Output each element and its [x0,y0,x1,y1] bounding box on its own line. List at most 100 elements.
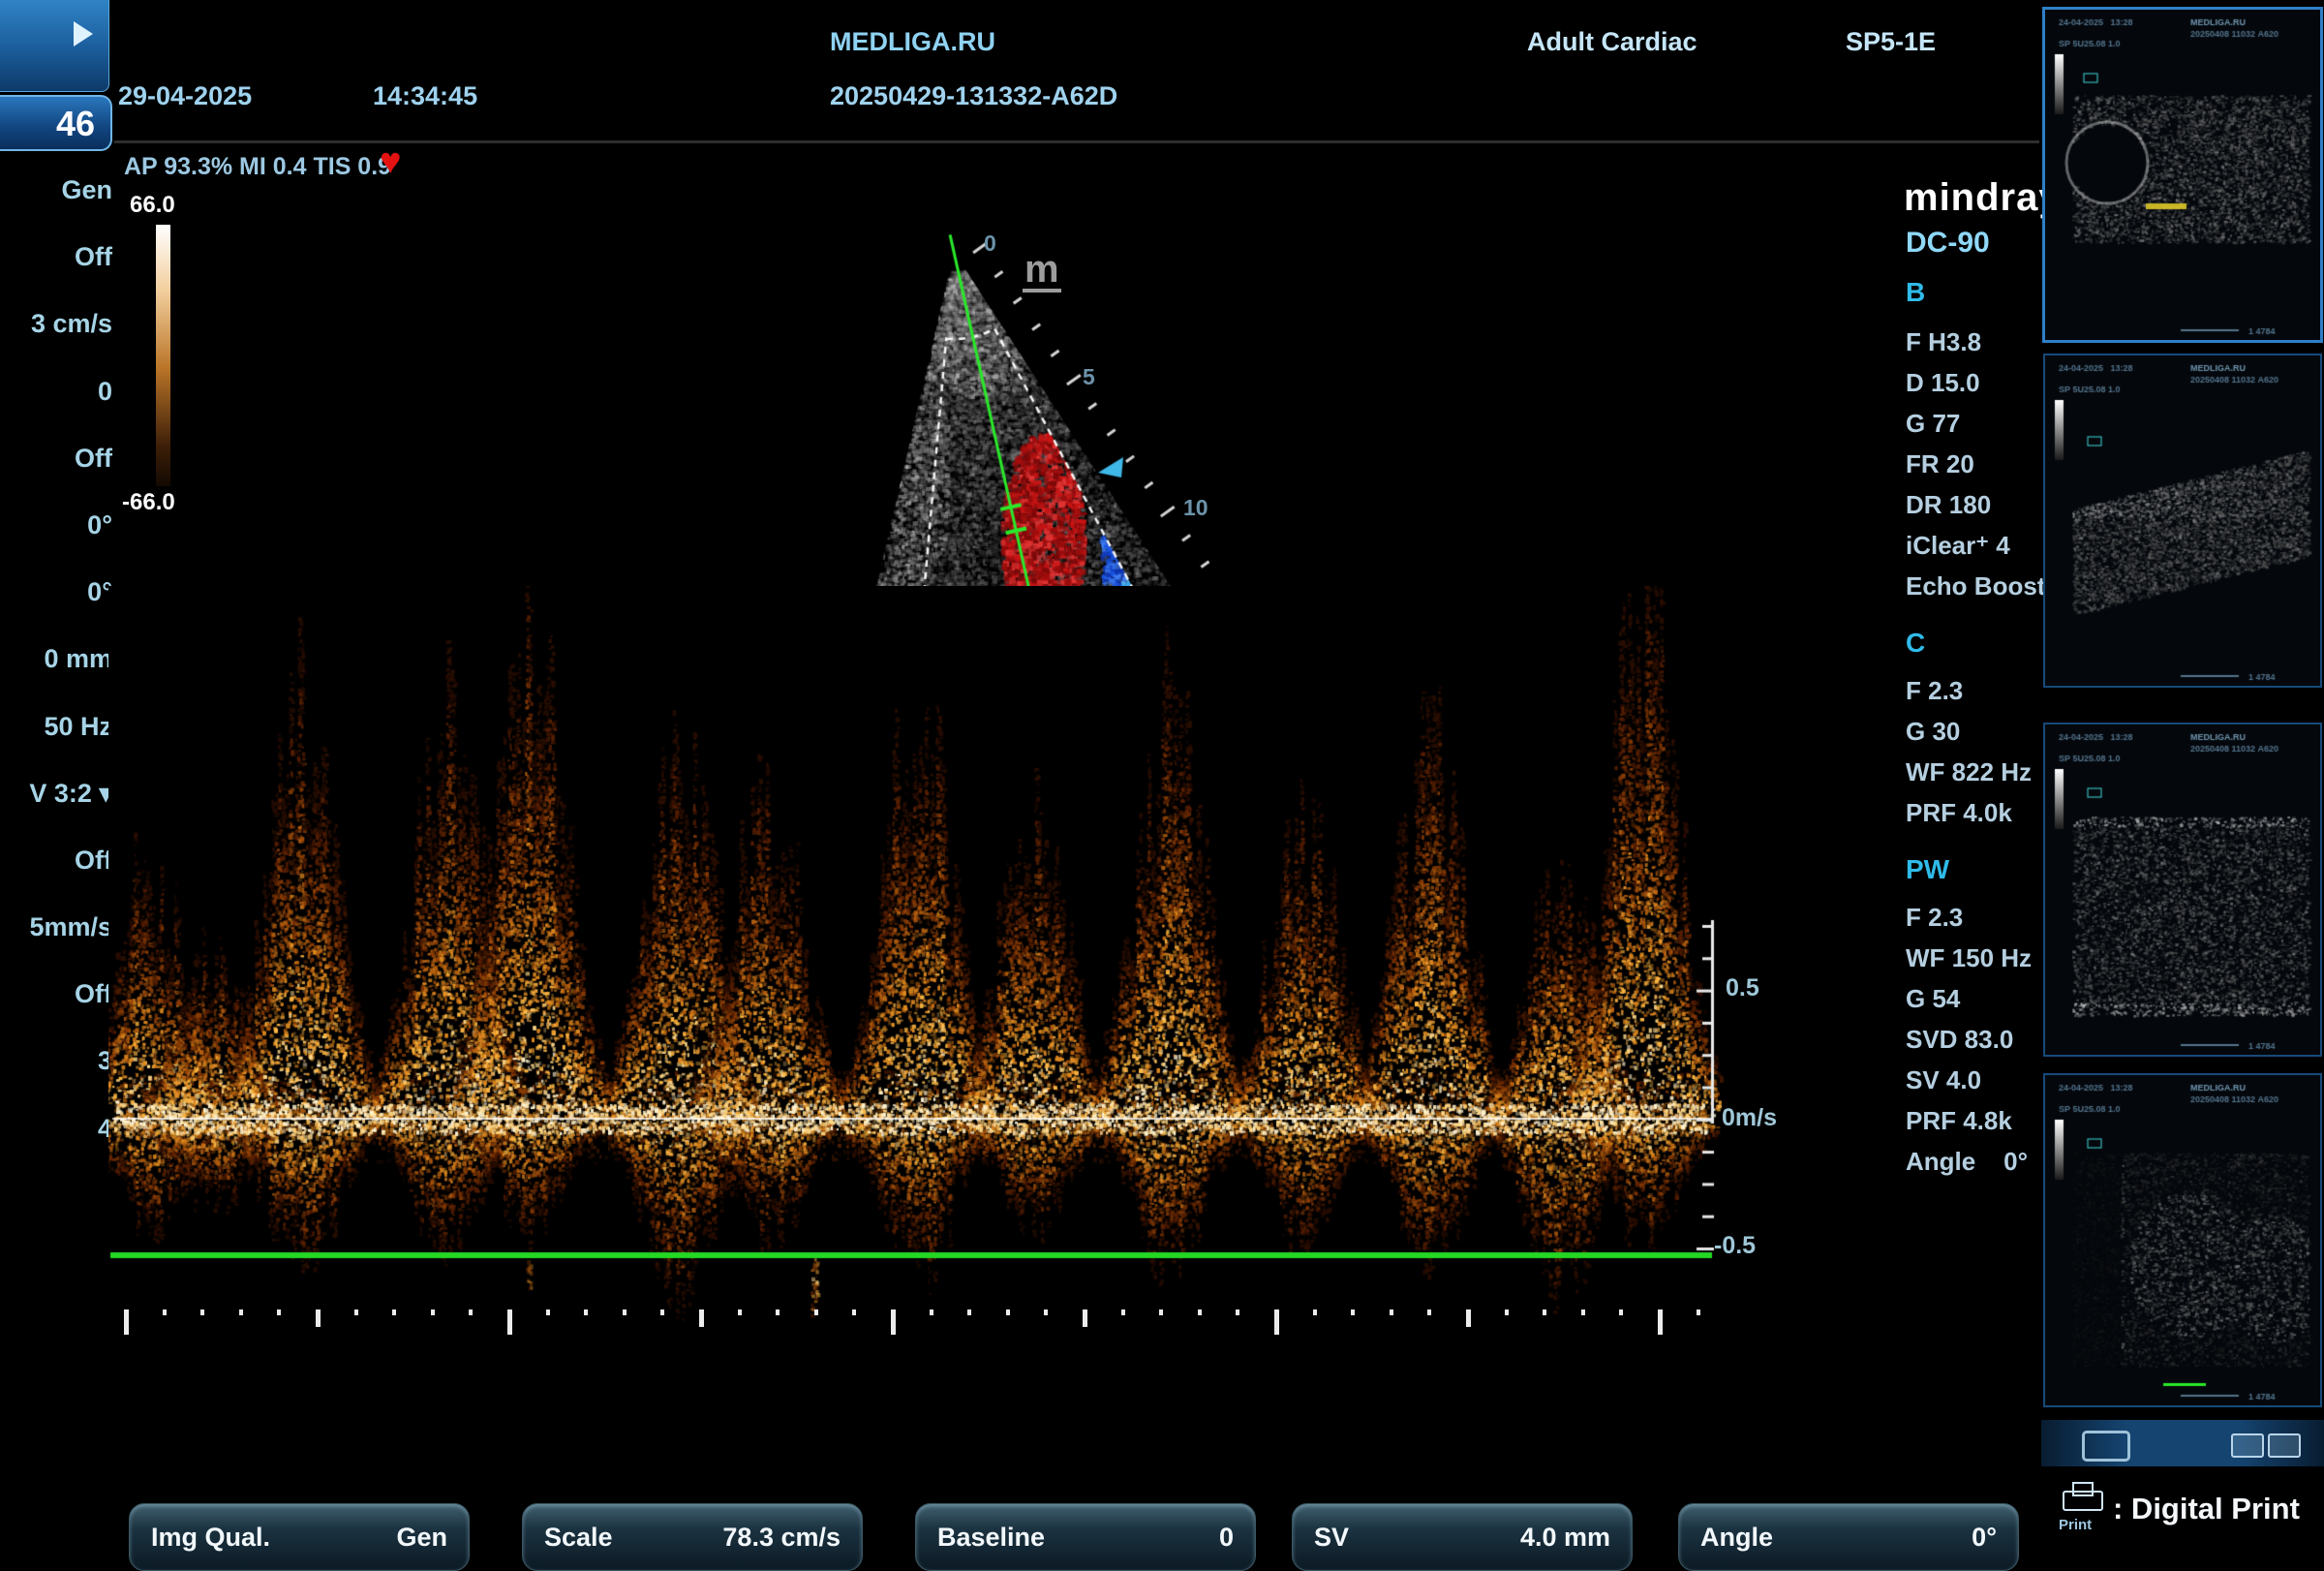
knob-readout: 4 [0,1095,112,1162]
thumbnail-4[interactable] [2045,1075,2320,1405]
time-tick [1121,1309,1125,1315]
time-tick [316,1309,321,1327]
time-tick [1006,1309,1010,1315]
softkey-baseline[interactable]: Baseline 0 [915,1503,1256,1571]
time-tick [1313,1309,1317,1315]
knob-readout: 3 cm/s [0,291,112,357]
time-tick [1505,1309,1509,1315]
time-tick [1390,1309,1393,1315]
time-tick [1619,1309,1623,1315]
knob-readout: 0° [0,492,112,559]
time-tick [469,1309,473,1315]
knob-readout: 50 Hz [0,693,112,760]
dual-layout-icon-left[interactable] [2231,1433,2264,1458]
knob-readout: Off [0,961,112,1028]
left-knob-readouts: GenOff3 cm/s0Off0°0°0 mm50 HzV 3:2 ▾Off5… [0,157,112,1162]
knob-readout: Gen [0,157,112,224]
time-tick [507,1309,512,1335]
clinic-title: MEDLIGA.RU [830,27,995,57]
knob-readout: 0° [0,559,112,626]
softkey-label: SV [1314,1523,1349,1553]
softkey-scale[interactable]: Scale 78.3 cm/s [522,1503,863,1571]
velocity-axis-zero: 0m/s [1722,1104,1777,1132]
velocity-colormap [136,225,156,486]
time-tick [1083,1309,1087,1327]
velocity-axis-bottom: -0.5 [1714,1232,1756,1260]
softkey-value: Gen [396,1523,447,1553]
time-tick [584,1309,588,1315]
softkey-angle[interactable]: Angle 0° [1678,1503,2019,1571]
time-tick [1427,1309,1431,1315]
knob-readout: 0 mm [0,626,112,693]
system-model: DC-90 [1906,227,1990,260]
time-tick [354,1309,358,1315]
time-tick [1351,1309,1355,1315]
ultrasound-screen: 46 MEDLIGA.RU 29-04-2025 14:34:45 202504… [0,0,2324,1550]
header-divider [114,140,2039,143]
knob-readout: Off [0,425,112,492]
knob-readout: 0 [0,358,112,425]
softkey-value: 4.0 mm [1520,1523,1610,1553]
time-tick [1697,1309,1700,1315]
depth-label: 0 [984,231,996,257]
cine-play-tab[interactable] [0,0,109,92]
mindray-logo: mindray [1904,176,2062,220]
print-label: Print [2059,1517,2092,1533]
printer-body [2063,1491,2103,1511]
time-tick [738,1309,742,1315]
softkey-value: 78.3 cm/s [722,1523,841,1553]
thumbnail-2[interactable] [2045,355,2320,686]
mindray-watermark: m [1023,250,1061,293]
digital-print-status: : Digital Print [2113,1492,2300,1526]
colorbar-max-label: 66.0 [130,192,175,219]
heart-icon: ♥ [380,141,402,183]
time-tick [1658,1309,1663,1335]
time-tick [239,1309,243,1315]
printer-icon[interactable] [2061,1480,2105,1513]
dual-layout-icon-right[interactable] [2268,1433,2301,1458]
time-tick [623,1309,627,1315]
softkey-label: Baseline [937,1523,1045,1553]
time-tick [1198,1309,1202,1315]
softkey-label: Scale [544,1523,613,1553]
softkey-value: 0° [1972,1523,1997,1553]
knob-readout: Off [0,827,112,894]
time-tick [1581,1309,1585,1315]
thumbnail-3[interactable] [2045,724,2320,1055]
softkey-label: Angle [1700,1523,1773,1553]
depth-label: 10 [1183,495,1208,521]
thumbnail-1[interactable] [2045,10,2320,340]
time-tick [814,1309,818,1315]
colorbar-min-label: -66.0 [122,489,175,516]
time-tick [200,1309,204,1315]
acoustic-output-status: AP 93.3% MI 0.4 TIS 0.9 [124,153,391,181]
time-tick [431,1309,435,1315]
knob-readout: 3 [0,1028,112,1094]
softkey-value: 0 [1219,1523,1234,1553]
time-tick [1236,1309,1239,1315]
softkey-sv[interactable]: SV 4.0 mm [1292,1503,1633,1571]
velocity-axis-top: 0.5 [1726,974,1759,1002]
time-tick [1466,1309,1471,1327]
knob-readout: Off [0,224,112,291]
b-mode-header: B [1906,277,1925,308]
depth-label: 5 [1083,364,1095,390]
spectral-tint-map [156,225,170,486]
color-mode-header: C [1906,628,1925,659]
time-tick [277,1309,281,1315]
pw-spectral-doppler-trace[interactable] [108,586,1726,1322]
time-tick [124,1309,129,1335]
time-tick [891,1309,896,1335]
softkey-img-qual-[interactable]: Img Qual.Gen [129,1503,470,1571]
time-tick [392,1309,396,1315]
time-tick [930,1309,933,1315]
time-tick [546,1309,550,1315]
time-tick [163,1309,167,1315]
single-layout-icon[interactable] [2082,1431,2130,1462]
time-tick [852,1309,856,1315]
time-ruler [108,1309,1726,1342]
cine-frame-counter: 46 [0,95,112,151]
time-tick [1159,1309,1163,1315]
pw-mode-header: PW [1906,854,1949,885]
time-tick [967,1309,971,1315]
